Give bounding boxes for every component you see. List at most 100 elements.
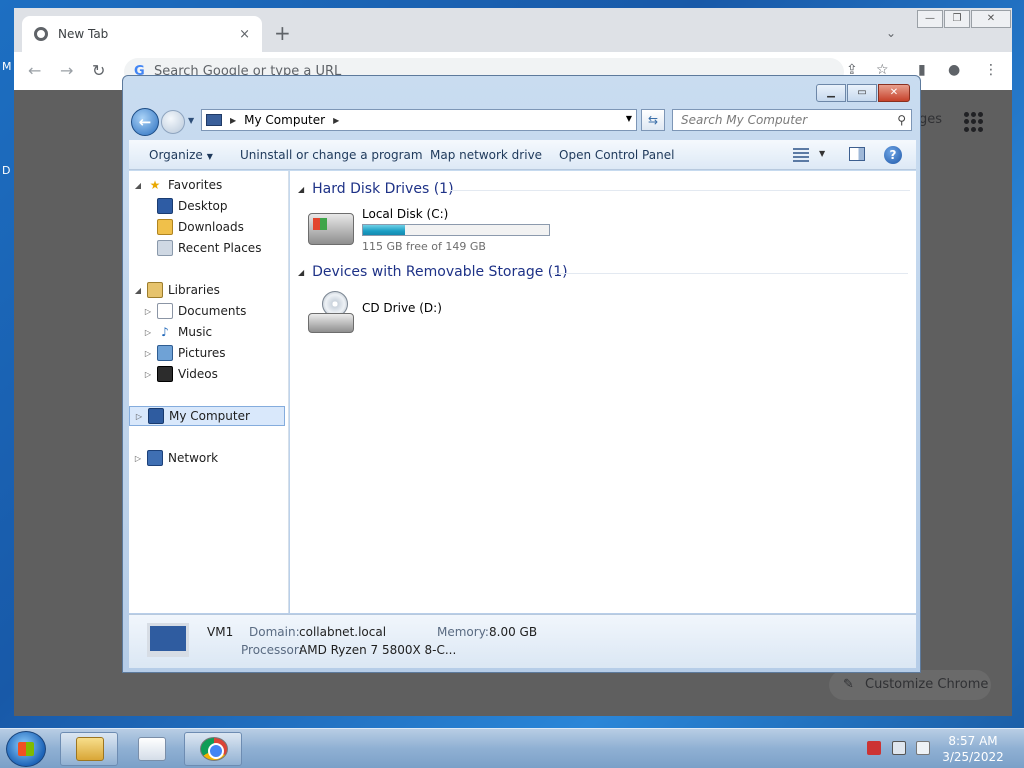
customize-chrome-label: Customize Chrome (865, 677, 989, 692)
address-dropdown-icon[interactable]: ▼ (626, 114, 632, 123)
nav-item-pictures[interactable]: ▷ Pictures (143, 343, 226, 363)
explorer-minimize-button[interactable]: ▁ (816, 84, 846, 102)
chevron-down-icon: ▼ (206, 152, 213, 161)
close-tab-icon[interactable]: × (239, 27, 250, 42)
chrome-maximize-button[interactable]: ❐ (944, 10, 970, 28)
start-button[interactable] (6, 731, 46, 767)
nav-item-desktop[interactable]: Desktop (157, 196, 228, 216)
memory-label: Memory: (437, 625, 489, 639)
tab-search-chevron-icon[interactable]: ⌄ (886, 26, 896, 40)
pencil-icon: ✎ (843, 677, 854, 692)
collapse-arrow-icon[interactable]: ◢ (298, 268, 304, 277)
chrome-window-controls: — ❐ ✕ (916, 10, 1011, 28)
collapsed-arrow-icon[interactable]: ▷ (133, 454, 143, 463)
refresh-button[interactable]: ⇆ (641, 109, 665, 131)
collapsed-arrow-icon[interactable]: ▷ (134, 412, 144, 421)
nav-item-documents[interactable]: ▷ Documents (143, 301, 246, 321)
images-link[interactable]: ges (919, 112, 942, 127)
forward-button[interactable] (161, 110, 185, 134)
libraries-icon (147, 282, 163, 298)
navigation-pane: ◢ ★ Favorites Desktop Downloads Recent P… (129, 171, 289, 613)
collapsed-arrow-icon[interactable]: ▷ (143, 328, 153, 337)
drive-usage-bar (362, 224, 550, 236)
nav-item-recent-places[interactable]: Recent Places (157, 238, 261, 258)
nav-item-libraries[interactable]: ◢ Libraries (133, 280, 220, 300)
explorer-close-button[interactable]: ✕ (878, 84, 910, 102)
new-tab-button[interactable]: + (274, 23, 291, 43)
taskbar-media-player-button[interactable] (122, 732, 180, 766)
drive-cd-d[interactable]: CD Drive (D:) (308, 291, 508, 337)
drive-local-disk-c[interactable]: Local Disk (C:) 115 GB free of 149 GB (308, 207, 558, 253)
nav-label: Desktop (178, 199, 228, 213)
breadcrumb-chevron-icon[interactable]: ▶ (230, 116, 236, 125)
clock-date: 3/25/2022 (942, 750, 1004, 764)
nav-label: Network (168, 451, 219, 465)
help-icon[interactable]: ? (884, 146, 902, 164)
group-divider (450, 190, 910, 191)
address-bar[interactable]: ▶ My Computer ▶ ▼ (201, 109, 637, 131)
explorer-maximize-button[interactable]: ▭ (847, 84, 877, 102)
collapsed-arrow-icon[interactable]: ▷ (143, 307, 153, 316)
breadcrumb-chevron-icon[interactable]: ▶ (333, 116, 339, 125)
side-panel-icon[interactable]: ▮ (918, 62, 926, 78)
desktop-icon-label[interactable]: M (2, 60, 12, 73)
view-options-dropdown-icon[interactable]: ▼ (819, 149, 825, 158)
downloads-folder-icon (157, 219, 173, 235)
explorer-window: ▁ ▭ ✕ ← ▼ ▶ My Computer ▶ ▼ ⇆ Search My … (122, 75, 921, 673)
search-placeholder: Search My Computer (681, 113, 808, 127)
uninstall-program-button[interactable]: Uninstall or change a program (240, 148, 423, 162)
recent-pages-dropdown-icon[interactable]: ▼ (188, 116, 194, 125)
preview-pane-icon[interactable] (849, 147, 865, 161)
collapsed-arrow-icon[interactable]: ▷ (143, 349, 153, 358)
search-icon[interactable]: ⚲ (897, 110, 906, 130)
recent-places-icon (157, 240, 173, 256)
desktop-icon (157, 198, 173, 214)
change-view-icon[interactable] (793, 148, 809, 162)
chrome-tab-new-tab[interactable]: New Tab × (22, 16, 262, 52)
breadcrumb-my-computer[interactable]: My Computer (244, 113, 325, 127)
search-input[interactable]: Search My Computer ⚲ (672, 109, 912, 131)
customize-chrome-button[interactable]: ✎ Customize Chrome (829, 670, 991, 700)
nav-label: Documents (178, 304, 247, 318)
action-center-alert-icon[interactable] (867, 741, 881, 755)
nav-item-downloads[interactable]: Downloads (157, 217, 244, 237)
nav-item-favorites[interactable]: ◢ ★ Favorites (133, 175, 222, 195)
network-tray-icon[interactable] (892, 741, 906, 755)
profile-avatar-icon[interactable]: ● (948, 62, 960, 78)
clock-time: 8:57 AM (948, 734, 998, 748)
open-control-panel-button[interactable]: Open Control Panel (559, 148, 674, 162)
processor-value: AMD Ryzen 7 5800X 8-C... (299, 643, 457, 657)
windows-logo-icon (18, 742, 34, 756)
nav-item-videos[interactable]: ▷ Videos (143, 364, 218, 384)
nav-label: My Computer (169, 409, 250, 423)
chrome-menu-icon[interactable]: ⋮ (984, 62, 998, 78)
collapsed-arrow-icon[interactable]: ▷ (143, 370, 153, 379)
google-apps-icon[interactable] (964, 112, 984, 132)
memory-value: 8.00 GB (489, 625, 538, 639)
nav-item-network[interactable]: ▷ Network (133, 448, 218, 468)
group-header-removable-storage[interactable]: ◢ Devices with Removable Storage (1) (298, 264, 568, 280)
organize-button[interactable]: Organize ▼ (149, 148, 213, 162)
chrome-close-button[interactable]: ✕ (971, 10, 1011, 28)
collapse-arrow-icon[interactable]: ◢ (298, 185, 304, 194)
system-clock[interactable]: 8:57 AM 3/25/2022 (940, 733, 1006, 765)
reload-icon[interactable]: ↻ (92, 61, 105, 80)
chrome-favicon-icon (34, 27, 48, 41)
nav-label: Libraries (168, 283, 220, 297)
chrome-minimize-button[interactable]: — (917, 10, 943, 28)
back-button[interactable]: ← (131, 108, 159, 136)
taskbar-explorer-button[interactable] (60, 732, 118, 766)
back-arrow-icon[interactable]: ← (28, 61, 41, 80)
forward-arrow-icon[interactable]: → (60, 61, 73, 80)
desktop-icon-label[interactable]: D (2, 164, 10, 177)
expand-arrow-icon[interactable]: ◢ (133, 181, 143, 190)
nav-item-my-computer[interactable]: ▷ My Computer (129, 406, 285, 426)
expand-arrow-icon[interactable]: ◢ (133, 286, 143, 295)
drive-usage-fill (363, 225, 406, 235)
volume-icon[interactable] (916, 741, 930, 755)
nav-item-music[interactable]: ▷ ♪ Music (143, 322, 212, 342)
group-divider (552, 273, 908, 274)
map-network-drive-button[interactable]: Map network drive (430, 148, 542, 162)
taskbar-chrome-button[interactable] (184, 732, 242, 766)
group-header-hard-disk-drives[interactable]: ◢ Hard Disk Drives (1) (298, 181, 454, 197)
